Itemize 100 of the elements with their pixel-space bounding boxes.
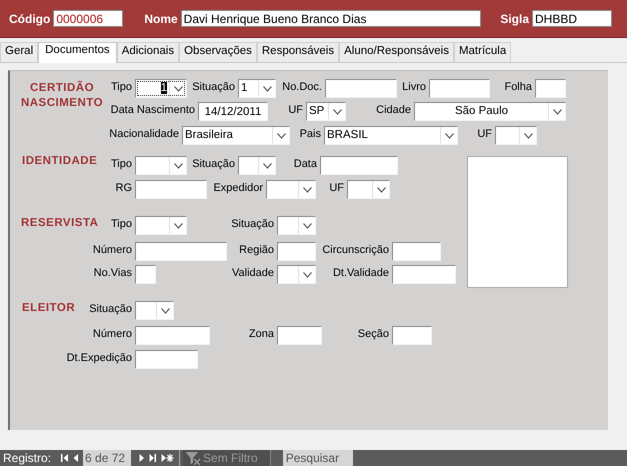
field-label: Tipo <box>111 80 132 94</box>
tab[interactable]: Matrícula <box>454 42 512 62</box>
chevron-down-icon <box>174 222 182 228</box>
section-title: IDENTIDADE <box>22 154 98 169</box>
field-label: Folha <box>504 80 532 94</box>
tab[interactable]: Aluno/Responsáveis <box>339 42 454 62</box>
field-label: RG <box>116 181 132 195</box>
next-icon <box>139 453 146 463</box>
field-label: Dt.Expedição <box>66 351 132 365</box>
text-field[interactable] <box>135 350 198 369</box>
field-label: UF <box>477 127 492 141</box>
filter-icon <box>185 451 202 465</box>
text-field[interactable] <box>135 242 227 261</box>
dropdown-field[interactable] <box>347 180 390 199</box>
field-label: Situação <box>89 302 132 316</box>
text-field[interactable] <box>392 326 432 345</box>
chevron-down-icon <box>302 186 312 192</box>
chevron-down-icon <box>376 186 386 192</box>
search-field[interactable]: Pesquisar <box>282 450 353 466</box>
text-field[interactable] <box>429 79 490 98</box>
tab[interactable]: Geral <box>0 42 38 62</box>
field-label: Situação <box>192 80 235 94</box>
field-label: Livro <box>402 80 426 94</box>
chevron-down-icon <box>262 86 272 92</box>
field-label: Nacionalidade <box>109 127 179 141</box>
last-record-icon <box>149 453 158 463</box>
field-label: UF <box>288 103 303 117</box>
previous-record-button[interactable] <box>73 451 80 465</box>
field-label: Tipo <box>111 157 132 171</box>
dropdown-field[interactable]: 1 <box>135 79 187 98</box>
field-label: Zona <box>248 327 274 341</box>
dropdown-field[interactable] <box>135 156 187 175</box>
last-record-button[interactable] <box>149 451 158 465</box>
text-field[interactable] <box>392 265 456 284</box>
text-field[interactable]: 0000006 <box>53 10 124 27</box>
field-label: Situação <box>192 157 235 171</box>
text-field[interactable]: DHBBD <box>532 10 612 27</box>
dropdown-field[interactable] <box>135 301 174 320</box>
field-label: Número <box>92 243 132 257</box>
first-record-icon <box>61 453 70 463</box>
dropdown-field[interactable]: Brasileira <box>182 126 290 145</box>
field-label: No.Doc. <box>282 80 322 94</box>
chevron-down-icon <box>174 162 182 168</box>
chevron-down-icon <box>174 86 182 92</box>
first-record-button[interactable] <box>61 451 70 465</box>
chevron-down-icon <box>160 308 170 314</box>
text-field[interactable] <box>535 79 566 98</box>
field-label: No.Vias <box>94 266 132 280</box>
section-title: RESERVISTA <box>21 216 98 231</box>
new-record-icon <box>161 453 174 463</box>
record-label: Registro: <box>3 451 52 465</box>
text-field[interactable] <box>392 242 441 261</box>
field-label: Data <box>294 157 317 171</box>
dropdown-field[interactable]: 1 <box>238 79 276 98</box>
chevron-down-icon <box>332 108 342 114</box>
text-field[interactable] <box>277 242 316 261</box>
field-label: Dt.Validade <box>332 266 389 280</box>
dropdown-field[interactable]: BRASIL <box>324 126 458 145</box>
text-field[interactable] <box>320 156 398 175</box>
text-field[interactable] <box>135 326 210 345</box>
dropdown-field[interactable] <box>266 180 316 199</box>
field-label: Situação <box>231 217 274 231</box>
field-label: Pais <box>300 127 321 141</box>
text-field[interactable] <box>325 79 397 98</box>
chevron-down-icon <box>444 132 454 138</box>
field-label: Data Nascimento <box>110 103 195 117</box>
tab[interactable]: Adicionais <box>116 42 180 62</box>
field-label: Número <box>92 327 132 341</box>
record-counter[interactable]: 6 de 72 <box>83 450 132 466</box>
dropdown-field[interactable]: SP <box>306 102 346 121</box>
field-label: Validade <box>232 266 274 280</box>
field-label: Código <box>9 12 50 26</box>
tab[interactable]: Responsáveis <box>256 42 340 62</box>
dropdown-field[interactable]: São Paulo <box>414 102 566 121</box>
dropdown-field[interactable] <box>238 156 276 175</box>
field-label: Região <box>239 243 274 257</box>
next-record-button[interactable] <box>139 451 146 465</box>
dropdown-field[interactable] <box>495 126 537 145</box>
text-field[interactable] <box>135 180 207 199</box>
tab[interactable]: Observações <box>179 42 257 62</box>
dropdown-field[interactable] <box>135 216 187 235</box>
section-title: CERTIDÃO NASCIMENTO <box>20 81 104 111</box>
text-field[interactable]: Davi Henrique Bueno Branco Dias <box>180 10 481 27</box>
dropdown-field[interactable] <box>277 265 316 284</box>
chevron-down-icon <box>276 132 286 138</box>
field-label: Cidade <box>376 103 411 117</box>
field-label: Sigla <box>500 12 529 26</box>
text-field[interactable] <box>135 265 156 284</box>
dropdown-field[interactable] <box>277 216 316 235</box>
tab[interactable]: Documentos <box>38 42 117 63</box>
new-record-button[interactable] <box>161 451 174 465</box>
chevron-down-icon <box>524 132 532 138</box>
field-label: Tipo <box>111 217 132 231</box>
field-label: Nome <box>144 12 178 26</box>
text-field[interactable] <box>277 326 322 345</box>
text-field[interactable]: 14/12/2011 <box>198 102 268 121</box>
field-label: Expedidor <box>213 181 263 195</box>
section-title: ELEITOR <box>22 301 76 316</box>
field-label: Seção <box>358 327 389 341</box>
previous-icon <box>73 453 80 463</box>
